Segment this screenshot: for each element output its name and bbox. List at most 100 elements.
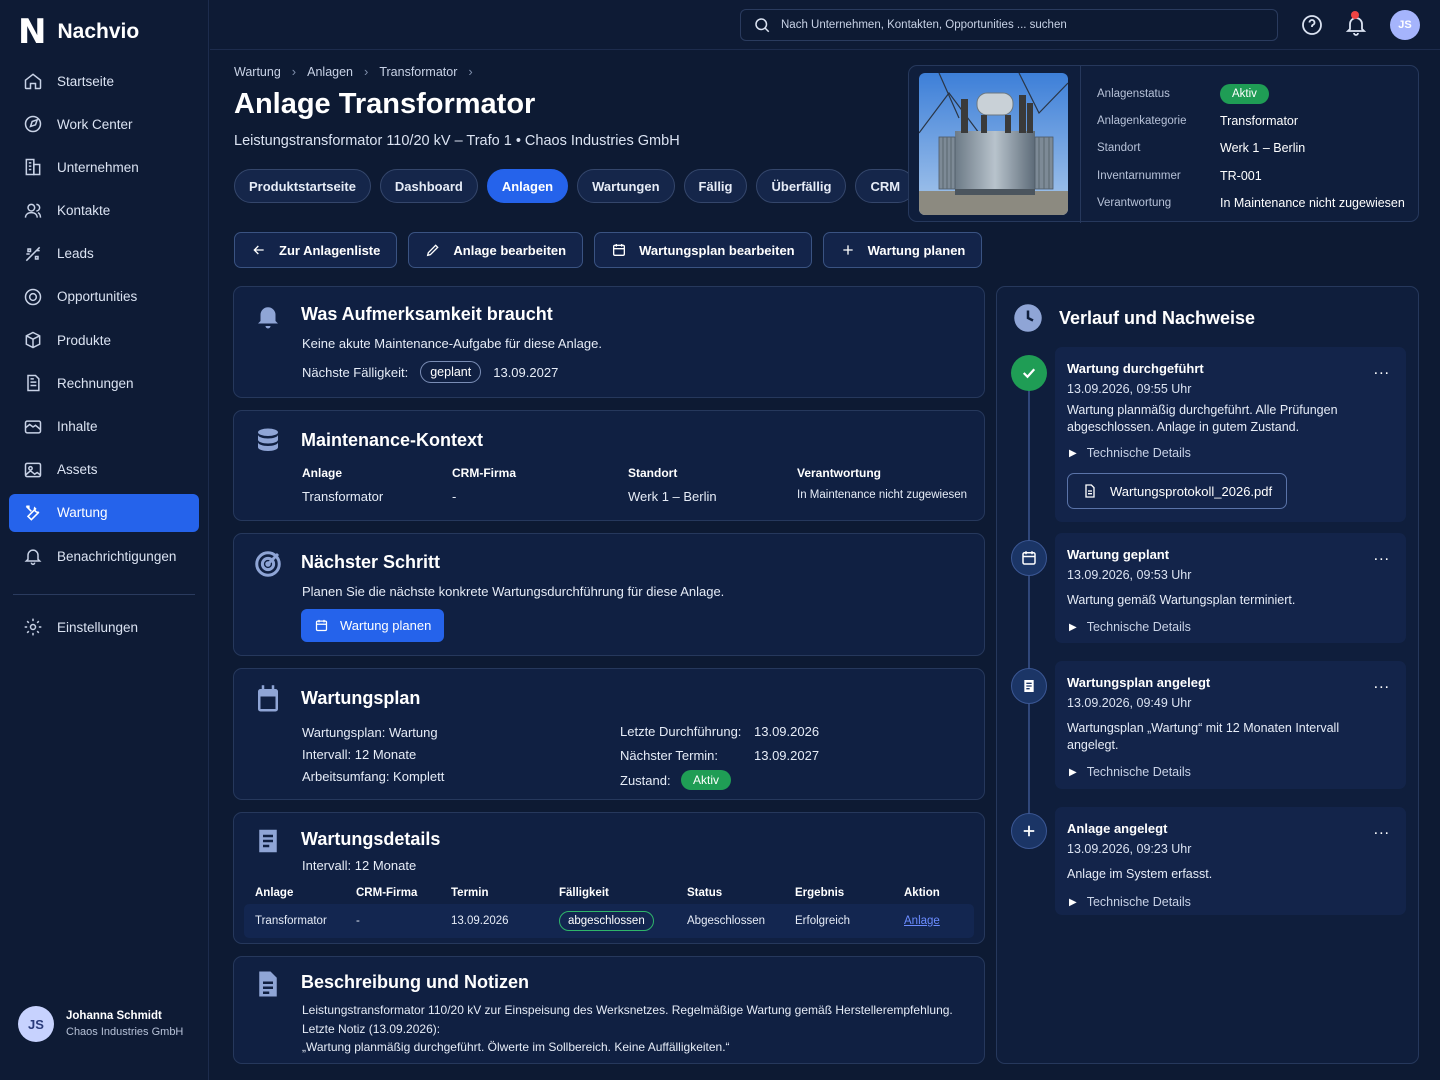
user-profile[interactable]: JS Johanna Schmidt Chaos Industries GmbH — [18, 1006, 183, 1042]
maintenance-context-card: Maintenance-Kontext Anlage Transformator… — [233, 410, 985, 521]
sidebar-item-assets[interactable]: Assets — [9, 451, 199, 489]
help-icon[interactable] — [1300, 13, 1324, 37]
prop-label: Anlagenkategorie — [1097, 114, 1187, 127]
prop-row: Anlagenstatus Aktiv — [1097, 80, 1405, 107]
context-value: - — [452, 489, 457, 504]
plan-maintenance-button[interactable]: Wartung planen — [822, 232, 983, 268]
sidebar-item-wartung[interactable]: Wartung — [9, 493, 199, 532]
asset-link[interactable]: Anlage — [904, 915, 974, 927]
prop-row: Standort Werk 1 – Berlin — [1097, 135, 1405, 162]
more-options-icon[interactable]: ... — [1374, 547, 1390, 565]
sidebar-item-leads[interactable]: Leads — [9, 235, 199, 273]
sidebar-item-label: Kontakte — [57, 203, 111, 219]
technical-details-toggle[interactable]: ▶ Technische Details — [1069, 620, 1191, 634]
maintenance-details-card: Wartungsdetails Intervall: 12 Monate Anl… — [233, 812, 985, 944]
notification-badge — [1351, 11, 1359, 19]
search-box[interactable] — [740, 9, 1278, 41]
edit-plan-button[interactable]: Wartungsplan bearbeiten — [594, 232, 812, 268]
search-input[interactable] — [781, 19, 1261, 31]
document-icon — [1011, 668, 1047, 704]
edit-asset-button[interactable]: Anlage bearbeiten — [408, 232, 584, 268]
context-label: Verantwortung — [797, 466, 882, 480]
plan-value: 13.09.2026 — [754, 723, 820, 739]
timeline-title: Wartungsplan angelegt — [1067, 675, 1211, 690]
sidebar-item-produkte[interactable]: Produkte — [9, 321, 199, 359]
more-options-icon[interactable]: ... — [1374, 675, 1390, 693]
notes-body: Leistungstransformator 110/20 kV zur Ein… — [302, 1001, 953, 1057]
notes-card: Beschreibung und Notizen Leistungstransf… — [233, 956, 985, 1064]
column-header: Fälligkeit — [559, 887, 609, 899]
check-icon — [1011, 355, 1047, 391]
tab-wartungen[interactable]: Wartungen — [577, 169, 675, 203]
next-step-text: Planen Sie die nächste konkrete Wartungs… — [302, 584, 725, 599]
sidebar-item-inhalte[interactable]: Inhalte — [9, 408, 199, 446]
more-options-icon[interactable]: ... — [1374, 361, 1390, 379]
plan-label: Nächster Termin: — [620, 748, 719, 764]
timeline-date: 13.09.2026, 09:55 Uhr — [1067, 382, 1192, 396]
prop-value: TR-001 — [1220, 168, 1262, 183]
tab-anlagen[interactable]: Anlagen — [486, 169, 569, 203]
tab-faellig[interactable]: Fällig — [683, 169, 748, 203]
sidebar-item-label: Leads — [57, 246, 94, 262]
breadcrumb-item[interactable]: Transformator — [379, 65, 457, 79]
triangle-right-icon: ▶ — [1069, 447, 1077, 459]
tab-produktstartseite[interactable]: Produktstartseite — [234, 169, 371, 203]
user-name: Johanna Schmidt — [66, 1010, 162, 1022]
card-title: Wartungsdetails — [301, 829, 441, 849]
bell-icon — [258, 307, 278, 329]
more-options-icon[interactable]: ... — [1374, 821, 1390, 839]
sidebar-item-rechnungen[interactable]: Rechnungen — [9, 364, 199, 402]
sidebar-item-benachrichtigungen[interactable]: Benachrichtigungen — [9, 537, 199, 575]
sidebar-item-label: Rechnungen — [57, 375, 134, 391]
card-title: Nächster Schritt — [301, 552, 441, 572]
plan-interval: Intervall: 12 Monate — [302, 747, 417, 762]
asset-summary-card: Anlagenstatus Aktiv Anlagenkategorie Tra… — [908, 65, 1419, 223]
document-icon — [259, 829, 277, 853]
column-header: Status — [687, 887, 723, 899]
search-icon — [755, 18, 770, 33]
divider — [1080, 66, 1081, 223]
context-value: Transformator — [302, 489, 384, 504]
sidebar-nav: Startseite Work Center Unternehmen Konta… — [9, 62, 199, 580]
plan-name: Wartungsplan: Wartung — [302, 725, 438, 740]
sidebar-item-kontakte[interactable]: Kontakte — [9, 192, 199, 230]
database-icon — [258, 428, 278, 451]
timeline-item: Wartungsplan angelegt ... 13.09.2026, 09… — [1055, 661, 1406, 789]
sidebar-item-opportunities[interactable]: Opportunities — [9, 278, 199, 316]
plan-details: Wartungsplan: Wartung Intervall: 12 Mona… — [302, 722, 444, 788]
plan-maintenance-button[interactable]: Wartung planen — [301, 609, 445, 642]
sidebar-item-label: Produkte — [57, 332, 112, 348]
breadcrumb-item[interactable]: Wartung — [234, 65, 281, 79]
file-name: Wartungsprotokoll_2026.pdf — [1110, 483, 1273, 499]
attention-text: Keine akute Maintenance-Aufgabe für dies… — [302, 336, 602, 351]
page-title: Anlage Transformator — [234, 88, 536, 120]
triangle-right-icon: ▶ — [1069, 621, 1077, 633]
card-title: Beschreibung und Notizen — [301, 972, 530, 992]
plan-row: Nächster Termin: 13.09.2027 — [620, 744, 819, 769]
history-panel: Verlauf und Nachweise Wartung durchgefüh… — [996, 286, 1419, 1064]
technical-details-toggle[interactable]: ▶ Technische Details — [1069, 446, 1191, 460]
sidebar-item-startseite[interactable]: Startseite — [9, 62, 199, 100]
sidebar-item-einstellungen[interactable]: Einstellungen — [9, 608, 199, 646]
timeline-title: Anlage angelegt — [1067, 821, 1168, 836]
technical-details-toggle[interactable]: ▶ Technische Details — [1069, 895, 1191, 909]
prop-label: Verantwortung — [1097, 196, 1172, 209]
breadcrumb-item[interactable]: Anlagen — [307, 65, 353, 79]
tab-bar: Produktstartseite Dashboard Anlagen Wart… — [234, 169, 916, 203]
sidebar-item-work-center[interactable]: Work Center — [9, 105, 199, 143]
leads-icon — [25, 246, 41, 261]
app-logo[interactable]: N Nachvio — [18, 12, 139, 52]
timeline-date: 13.09.2026, 09:23 Uhr — [1067, 842, 1192, 856]
sidebar-settings: Einstellungen — [9, 608, 199, 651]
sidebar-item-label: Unternehmen — [57, 159, 139, 175]
tab-ueberfaellig[interactable]: Überfällig — [756, 169, 847, 203]
avatar[interactable]: JS — [1390, 10, 1420, 40]
sidebar-item-unternehmen[interactable]: Unternehmen — [9, 148, 199, 186]
toggle-label: Technische Details — [1086, 895, 1191, 909]
tab-dashboard[interactable]: Dashboard — [379, 169, 478, 203]
tab-crm[interactable]: CRM — [855, 169, 916, 203]
next-due-row: Nächste Fälligkeit: geplant 13.09.2027 — [302, 361, 558, 383]
technical-details-toggle[interactable]: ▶ Technische Details — [1069, 765, 1191, 779]
file-download-button[interactable]: Wartungsprotokoll_2026.pdf — [1067, 473, 1288, 509]
back-to-list-button[interactable]: Zur Anlagenliste — [234, 232, 398, 268]
